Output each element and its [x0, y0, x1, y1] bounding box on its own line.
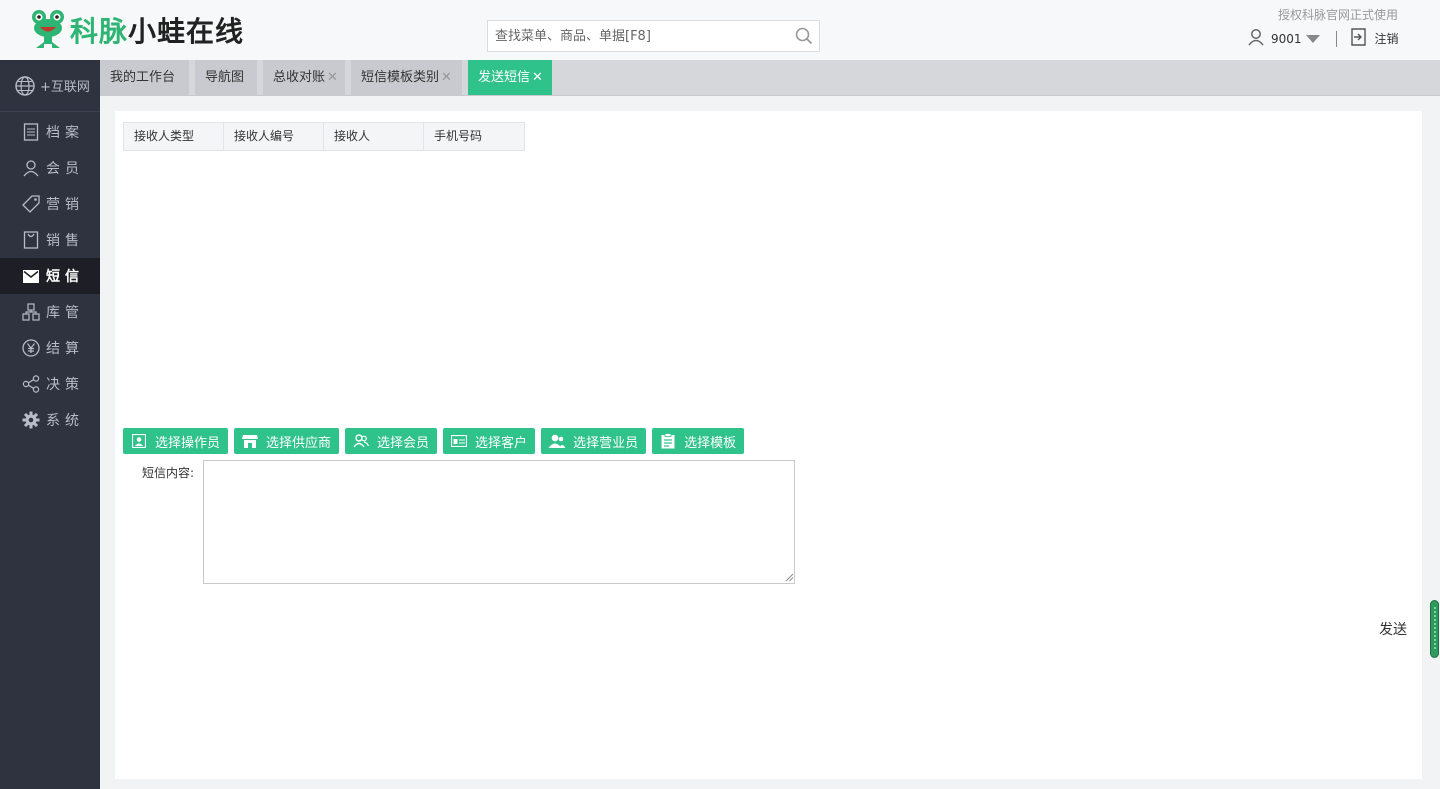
- select-salesperson-button[interactable]: 选择营业员: [541, 428, 647, 454]
- select-customer-button[interactable]: 选择客户: [443, 428, 536, 454]
- sidebar-item-marketing[interactable]: 营销: [0, 186, 100, 222]
- sidebar-item-label: 会员: [46, 161, 84, 177]
- bag-icon: [22, 231, 40, 249]
- close-icon[interactable]: ✕: [327, 70, 338, 85]
- sidebar-item-sales[interactable]: 销售: [0, 222, 100, 258]
- sms-content-label: 短信内容:: [142, 466, 195, 480]
- sidebar-item-label: 系统: [46, 413, 84, 429]
- sms-content-textarea[interactable]: [203, 460, 795, 584]
- search-icon[interactable]: [789, 21, 819, 51]
- members-icon: [352, 433, 370, 449]
- tag-icon: [22, 195, 40, 213]
- operator-icon: [130, 433, 148, 449]
- select-member-button[interactable]: 选择会员: [345, 428, 438, 454]
- user-icon[interactable]: [1247, 28, 1265, 49]
- sidebar-item-label: +互联网: [40, 80, 90, 95]
- tab-nav-map[interactable]: 导航图: [195, 60, 257, 95]
- user-area: 9001 注销: [1247, 28, 1399, 49]
- sidebar-item-label: 销售: [46, 233, 84, 249]
- tab-bar: 我的工作台 导航图 总收对账 ✕ 短信模板类别 ✕ 发送短信 ✕: [100, 60, 1440, 96]
- tab-reconciliation[interactable]: 总收对账 ✕: [263, 60, 345, 95]
- sidebar-item-label: 营销: [46, 197, 84, 213]
- column-header[interactable]: 接收人类型: [124, 123, 224, 150]
- column-header[interactable]: 接收人: [324, 123, 424, 150]
- tab-label: 短信模板类别: [361, 70, 440, 85]
- tab-send-sms[interactable]: 发送短信 ✕: [468, 60, 552, 95]
- button-label: 选择营业员: [573, 435, 639, 451]
- tab-label: 发送短信: [478, 70, 531, 85]
- tab-label: 导航图: [205, 70, 245, 85]
- tab-sms-template-category[interactable]: 短信模板类别 ✕: [351, 60, 462, 95]
- clipboard-icon: [659, 433, 677, 449]
- logout-icon[interactable]: [1350, 28, 1367, 49]
- recipient-grid-header: 接收人类型 接收人编号 接收人 手机号码: [123, 122, 525, 151]
- select-template-button[interactable]: 选择模板: [652, 428, 745, 454]
- app-logo[interactable]: 科脉小蛙在线: [30, 8, 244, 52]
- column-header[interactable]: 接收人编号: [224, 123, 324, 150]
- button-label: 选择客户: [475, 435, 528, 451]
- button-label: 选择会员: [377, 435, 430, 451]
- share-icon: [22, 375, 40, 393]
- sidebar-item-archive[interactable]: 档案: [0, 114, 100, 150]
- sidebar-item-label: 档案: [46, 125, 84, 141]
- sidebar-item-member[interactable]: 会员: [0, 150, 100, 186]
- logo-product: 小蛙在线: [128, 15, 245, 48]
- sidebar-item-label: 库管: [46, 305, 84, 321]
- close-icon[interactable]: ✕: [532, 70, 543, 85]
- close-icon[interactable]: ✕: [441, 70, 452, 85]
- chevron-down-icon[interactable]: [1305, 34, 1320, 43]
- sidebar-item-label: 结算: [46, 341, 84, 357]
- mail-icon: [22, 267, 40, 285]
- frog-logo-icon: [30, 8, 66, 52]
- sidebar-item-decision[interactable]: 决策: [0, 366, 100, 402]
- select-operator-button[interactable]: 选择操作员: [123, 428, 229, 454]
- button-label: 选择供应商: [266, 435, 332, 451]
- main-content: 接收人类型 接收人编号 接收人 手机号码 选择操作员 选择供应商 选择会员 选择…: [115, 111, 1422, 779]
- sidebar-item-sms[interactable]: 短信: [0, 258, 100, 294]
- document-icon: [22, 123, 40, 141]
- globe-icon: [14, 75, 36, 97]
- tab-workbench[interactable]: 我的工作台: [100, 60, 189, 95]
- authorization-note: 授权科脉官网正式使用: [1277, 8, 1398, 22]
- sidebar-item-label: 短信: [46, 269, 84, 285]
- boxes-icon: [22, 303, 40, 321]
- card-icon: [450, 433, 468, 449]
- sidebar-item-settlement[interactable]: 结算: [0, 330, 100, 366]
- button-label: 选择模板: [684, 435, 737, 451]
- selection-toolbar: 选择操作员 选择供应商 选择会员 选择客户 选择营业员 选择模板: [123, 428, 750, 454]
- staff-icon: [548, 433, 566, 449]
- sidebar-item-internet[interactable]: +互联网: [0, 60, 100, 112]
- yen-icon: [22, 339, 40, 357]
- button-label: 选择操作员: [155, 435, 221, 451]
- store-icon: [241, 433, 259, 449]
- sidebar: +互联网 档案 会员 营销 销售 短信 库管 结算 决策 系统: [0, 60, 100, 789]
- logout-button[interactable]: 注销: [1375, 30, 1399, 47]
- resize-handle-icon[interactable]: [784, 571, 794, 582]
- global-search: [487, 20, 820, 52]
- sidebar-item-inventory[interactable]: 库管: [0, 294, 100, 330]
- logo-brand: 科脉: [70, 15, 129, 48]
- logo-text: 科脉小蛙在线: [70, 10, 244, 50]
- floating-scroll-handle[interactable]: [1430, 600, 1439, 658]
- header-divider: [1335, 30, 1337, 47]
- tab-label: 我的工作台: [110, 70, 176, 85]
- user-icon: [22, 159, 40, 177]
- search-input[interactable]: [488, 21, 789, 51]
- sidebar-item-system[interactable]: 系统: [0, 402, 100, 438]
- send-button[interactable]: 发送: [1379, 619, 1407, 639]
- tab-label: 总收对账: [273, 70, 326, 85]
- sidebar-item-label: 决策: [46, 377, 84, 393]
- top-header: 科脉小蛙在线 授权科脉官网正式使用 9001 注销: [0, 0, 1440, 60]
- user-id[interactable]: 9001: [1271, 32, 1302, 46]
- gear-icon: [22, 411, 40, 429]
- column-header[interactable]: 手机号码: [424, 123, 524, 150]
- select-supplier-button[interactable]: 选择供应商: [234, 428, 340, 454]
